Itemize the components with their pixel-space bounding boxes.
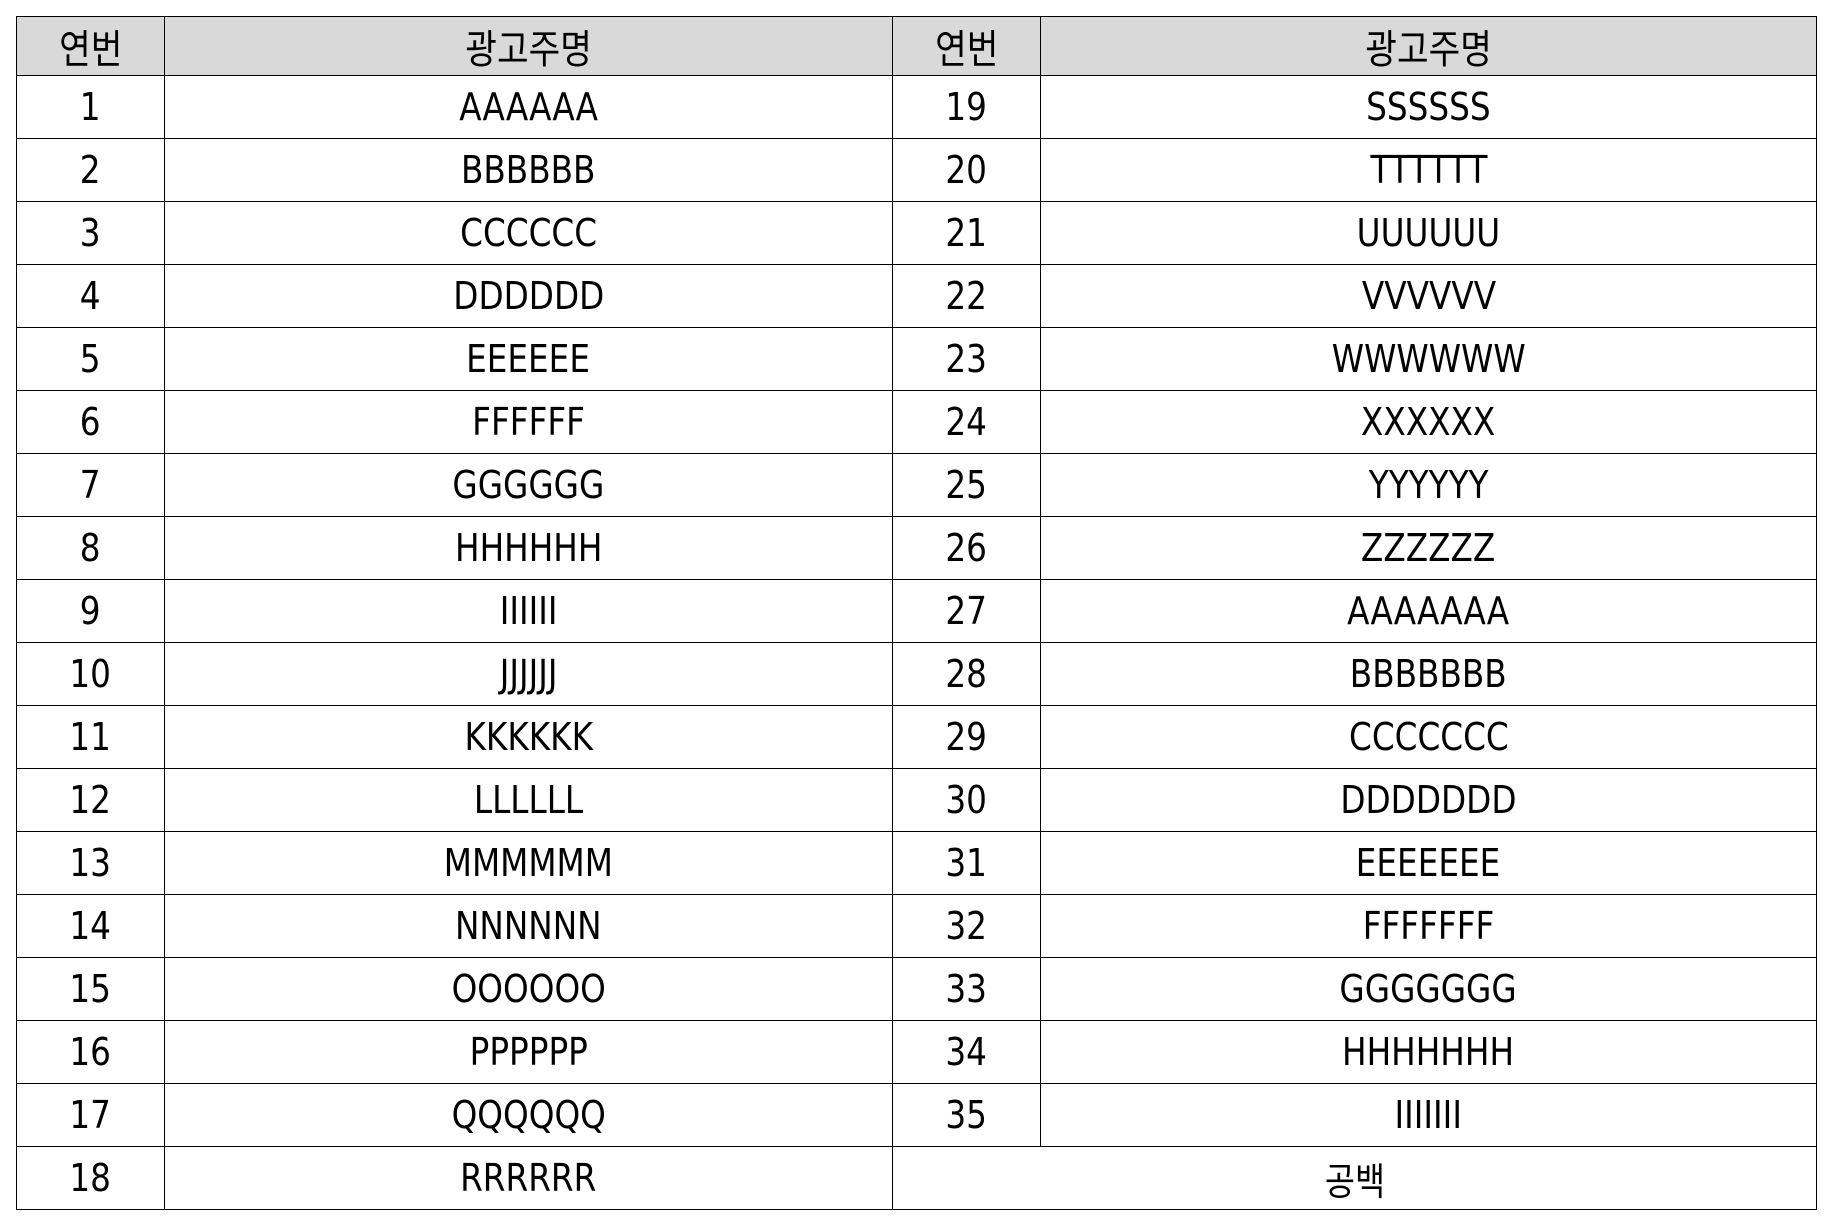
row-number-cell: 31 [892, 831, 1041, 895]
advertiser-name-cell: IIIIIII [1040, 1083, 1817, 1147]
row-number-cell: 23 [892, 327, 1041, 391]
row-number-cell: 14 [16, 894, 165, 958]
row-number-cell: 11 [16, 705, 165, 769]
advertiser-name-cell: IIIIII [164, 579, 893, 643]
advertiser-name-cell: RRRRRR [164, 1146, 893, 1210]
table-row: 12 LLLLLL 30 DDDDDDD [16, 768, 1817, 832]
row-number-cell: 13 [16, 831, 165, 895]
advertiser-name-cell: UUUUUU [1040, 201, 1817, 265]
advertiser-name-cell: KKKKKK [164, 705, 893, 769]
advertiser-name-cell: AAAAAA [164, 75, 893, 139]
row-number-cell: 4 [16, 264, 165, 328]
table-row: 16 PPPPPP 34 HHHHHHH [16, 1020, 1817, 1084]
row-number-cell: 7 [16, 453, 165, 517]
row-number-cell: 33 [892, 957, 1041, 1021]
advertiser-name-cell: EEEEEEE [1040, 831, 1817, 895]
advertiser-name-cell: HHHHHHH [1040, 1020, 1817, 1084]
advertiser-name-cell: FFFFFF [164, 390, 893, 454]
advertiser-name-cell: TTTTTT [1040, 138, 1817, 202]
table-row: 15 OOOOOO 33 GGGGGGG [16, 957, 1817, 1021]
row-number-cell: 3 [16, 201, 165, 265]
table-row: 2 BBBBBB 20 TTTTTT [16, 138, 1817, 202]
advertiser-name-cell: DDDDDDD [1040, 768, 1817, 832]
row-number-cell: 29 [892, 705, 1041, 769]
row-number-cell: 20 [892, 138, 1041, 202]
advertiser-name-cell: YYYYYY [1040, 453, 1817, 517]
advertiser-name-cell: CCCCCCC [1040, 705, 1817, 769]
table-row: 1 AAAAAA 19 SSSSSS [16, 75, 1817, 139]
table-row: 10 JJJJJJ 28 BBBBBBB [16, 642, 1817, 706]
row-number-cell: 9 [16, 579, 165, 643]
advertiser-name-cell: BBBBBBB [1040, 642, 1817, 706]
row-number-cell: 27 [892, 579, 1041, 643]
advertiser-table: 연번 광고주명 연번 광고주명 1 AAAAAA 19 SSSSSS 2 BBBBBB 20… [16, 16, 1817, 1210]
advertiser-name-cell: XXXXXX [1040, 390, 1817, 454]
advertiser-name-cell: QQQQQQ [164, 1083, 893, 1147]
header-advertiser-left: 광고주명 [164, 16, 893, 76]
table-row: 5 EEEEEE 23 WWWWWW [16, 327, 1817, 391]
header-no-left: 연번 [16, 16, 165, 76]
table-row: 6 FFFFFF 24 XXXXXX [16, 390, 1817, 454]
advertiser-name-cell: MMMMMM [164, 831, 893, 895]
row-number-cell: 8 [16, 516, 165, 580]
table-row: 7 GGGGGG 25 YYYYYY [16, 453, 1817, 517]
row-number-cell: 10 [16, 642, 165, 706]
advertiser-name-cell: BBBBBB [164, 138, 893, 202]
advertiser-name-cell: WWWWWW [1040, 327, 1817, 391]
table-row: 9 IIIIII 27 AAAAAAA [16, 579, 1817, 643]
table-row: 17 QQQQQQ 35 IIIIIII [16, 1083, 1817, 1147]
row-number-cell: 21 [892, 201, 1041, 265]
advertiser-name-cell: DDDDDD [164, 264, 893, 328]
row-number-cell: 34 [892, 1020, 1041, 1084]
row-number-cell: 6 [16, 390, 165, 454]
table-row: 14 NNNNNN 32 FFFFFFF [16, 894, 1817, 958]
advertiser-name-cell: EEEEEE [164, 327, 893, 391]
row-number-cell: 24 [892, 390, 1041, 454]
table-row: 4 DDDDDD 22 VVVVVV [16, 264, 1817, 328]
table-row: 18 RRRRRR 공백 [16, 1146, 1817, 1210]
advertiser-name-cell: CCCCCC [164, 201, 893, 265]
advertiser-name-cell: JJJJJJ [164, 642, 893, 706]
row-number-cell: 35 [892, 1083, 1041, 1147]
header-no-right: 연번 [892, 16, 1041, 76]
table-row: 13 MMMMMM 31 EEEEEEE [16, 831, 1817, 895]
table-body: 1 AAAAAA 19 SSSSSS 2 BBBBBB 20 TTTTTT 3 CCCCCC 21 U… [16, 75, 1817, 1210]
advertiser-name-cell: GGGGGGG [1040, 957, 1817, 1021]
advertiser-name-cell: GGGGGG [164, 453, 893, 517]
header-advertiser-right: 광고주명 [1040, 16, 1817, 76]
advertiser-name-cell: NNNNNN [164, 894, 893, 958]
row-number-cell: 26 [892, 516, 1041, 580]
advertiser-name-cell: VVVVVV [1040, 264, 1817, 328]
row-number-cell: 25 [892, 453, 1041, 517]
row-number-cell: 18 [16, 1146, 165, 1210]
advertiser-name-cell: OOOOOO [164, 957, 893, 1021]
advertiser-name-cell: LLLLLL [164, 768, 893, 832]
row-number-cell: 32 [892, 894, 1041, 958]
row-number-cell: 2 [16, 138, 165, 202]
row-number-cell: 15 [16, 957, 165, 1021]
table-row: 3 CCCCCC 21 UUUUUU [16, 201, 1817, 265]
blank-cell: 공백 [892, 1146, 1817, 1210]
row-number-cell: 28 [892, 642, 1041, 706]
row-number-cell: 1 [16, 75, 165, 139]
row-number-cell: 17 [16, 1083, 165, 1147]
advertiser-name-cell: ZZZZZZ [1040, 516, 1817, 580]
advertiser-name-cell: FFFFFFF [1040, 894, 1817, 958]
row-number-cell: 12 [16, 768, 165, 832]
row-number-cell: 5 [16, 327, 165, 391]
row-number-cell: 22 [892, 264, 1041, 328]
table-row: 8 HHHHHH 26 ZZZZZZ [16, 516, 1817, 580]
table-header-row: 연번 광고주명 연번 광고주명 [16, 16, 1817, 76]
advertiser-name-cell: HHHHHH [164, 516, 893, 580]
table-row: 11 KKKKKK 29 CCCCCCC [16, 705, 1817, 769]
advertiser-name-cell: SSSSSS [1040, 75, 1817, 139]
row-number-cell: 30 [892, 768, 1041, 832]
advertiser-name-cell: AAAAAAA [1040, 579, 1817, 643]
row-number-cell: 16 [16, 1020, 165, 1084]
row-number-cell: 19 [892, 75, 1041, 139]
advertiser-name-cell: PPPPPP [164, 1020, 893, 1084]
